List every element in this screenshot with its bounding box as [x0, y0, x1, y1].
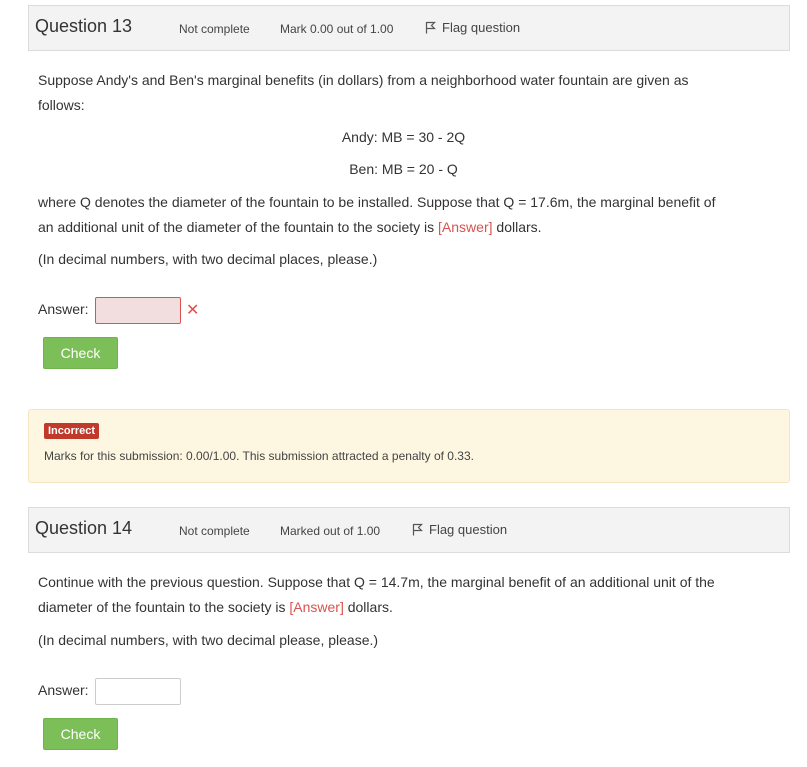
question-14-answer-input[interactable]: [95, 678, 181, 705]
question-14-grade: Marked out of 1.00: [280, 524, 381, 538]
answer-label: Answer:: [38, 301, 89, 317]
equation-ben: Ben: MB = 20 - Q: [349, 161, 458, 177]
question-13-flag[interactable]: Flag question: [425, 20, 520, 35]
flag-icon: [412, 523, 423, 536]
body-line-1: Continue with the previous question. Sup…: [38, 574, 715, 590]
question-14-body: Continue with the previous question. Sup…: [38, 570, 778, 620]
answer-placeholder-tag: [Answer]: [438, 219, 493, 235]
incorrect-badge: Incorrect: [44, 423, 100, 439]
question-13-feedback: Incorrect Marks for this submission: 0.0…: [28, 409, 790, 483]
answer-label: Answer:: [38, 682, 89, 698]
body-line-2-end: dollars.: [347, 599, 393, 615]
question-14-note: (In decimal numbers, with two decimal pl…: [38, 632, 379, 648]
question-13-grade: Mark 0.00 out of 1.00: [280, 22, 394, 36]
answer-placeholder-tag: [Answer]: [289, 599, 344, 615]
body-line-2-text: diameter of the fountain to the society …: [38, 599, 286, 615]
flag-question-label: Flag question: [429, 522, 508, 537]
body-line-2: diameter of the fountain to the society …: [38, 595, 778, 620]
question-13-state: Not complete: [179, 22, 250, 36]
question-13-note: (In decimal numbers, with two decimal pl…: [38, 251, 378, 267]
question-13-number: Question 13: [35, 16, 133, 36]
question-14-flag[interactable]: Flag question: [412, 522, 507, 537]
intro-line-2: follows:: [38, 97, 85, 113]
question-13-answer-input[interactable]: [95, 297, 181, 324]
intro-line-1: Suppose Andy's and Ben's marginal benefi…: [38, 72, 689, 88]
body-line-2: an additional unit of the diameter of th…: [38, 215, 778, 240]
question-14-number: Question 14: [35, 518, 133, 538]
question-13-body: where Q denotes the diameter of the foun…: [38, 190, 778, 240]
question-14-state: Not complete: [179, 524, 250, 538]
flag-question-label: Flag question: [442, 20, 521, 35]
question-13-header: Question 13 Not complete Mark 0.00 out o…: [28, 5, 790, 51]
feedback-text: Marks for this submission: 0.00/1.00. Th…: [44, 449, 474, 463]
equation-andy: Andy: MB = 30 - 2Q: [341, 129, 466, 145]
flag-icon: [425, 21, 436, 34]
question-14-check-button[interactable]: Check: [43, 718, 118, 750]
body-line-2-end: dollars.: [496, 219, 542, 235]
body-line-2-text: an additional unit of the diameter of th…: [38, 219, 435, 235]
body-line-1: where Q denotes the diameter of the foun…: [38, 194, 716, 210]
question-14-header: Question 14 Not complete Marked out of 1…: [28, 507, 790, 553]
question-13-intro: Suppose Andy's and Ben's marginal benefi…: [38, 68, 778, 118]
incorrect-cross-icon: ✕: [186, 302, 200, 319]
question-13-check-button[interactable]: Check: [43, 337, 118, 369]
